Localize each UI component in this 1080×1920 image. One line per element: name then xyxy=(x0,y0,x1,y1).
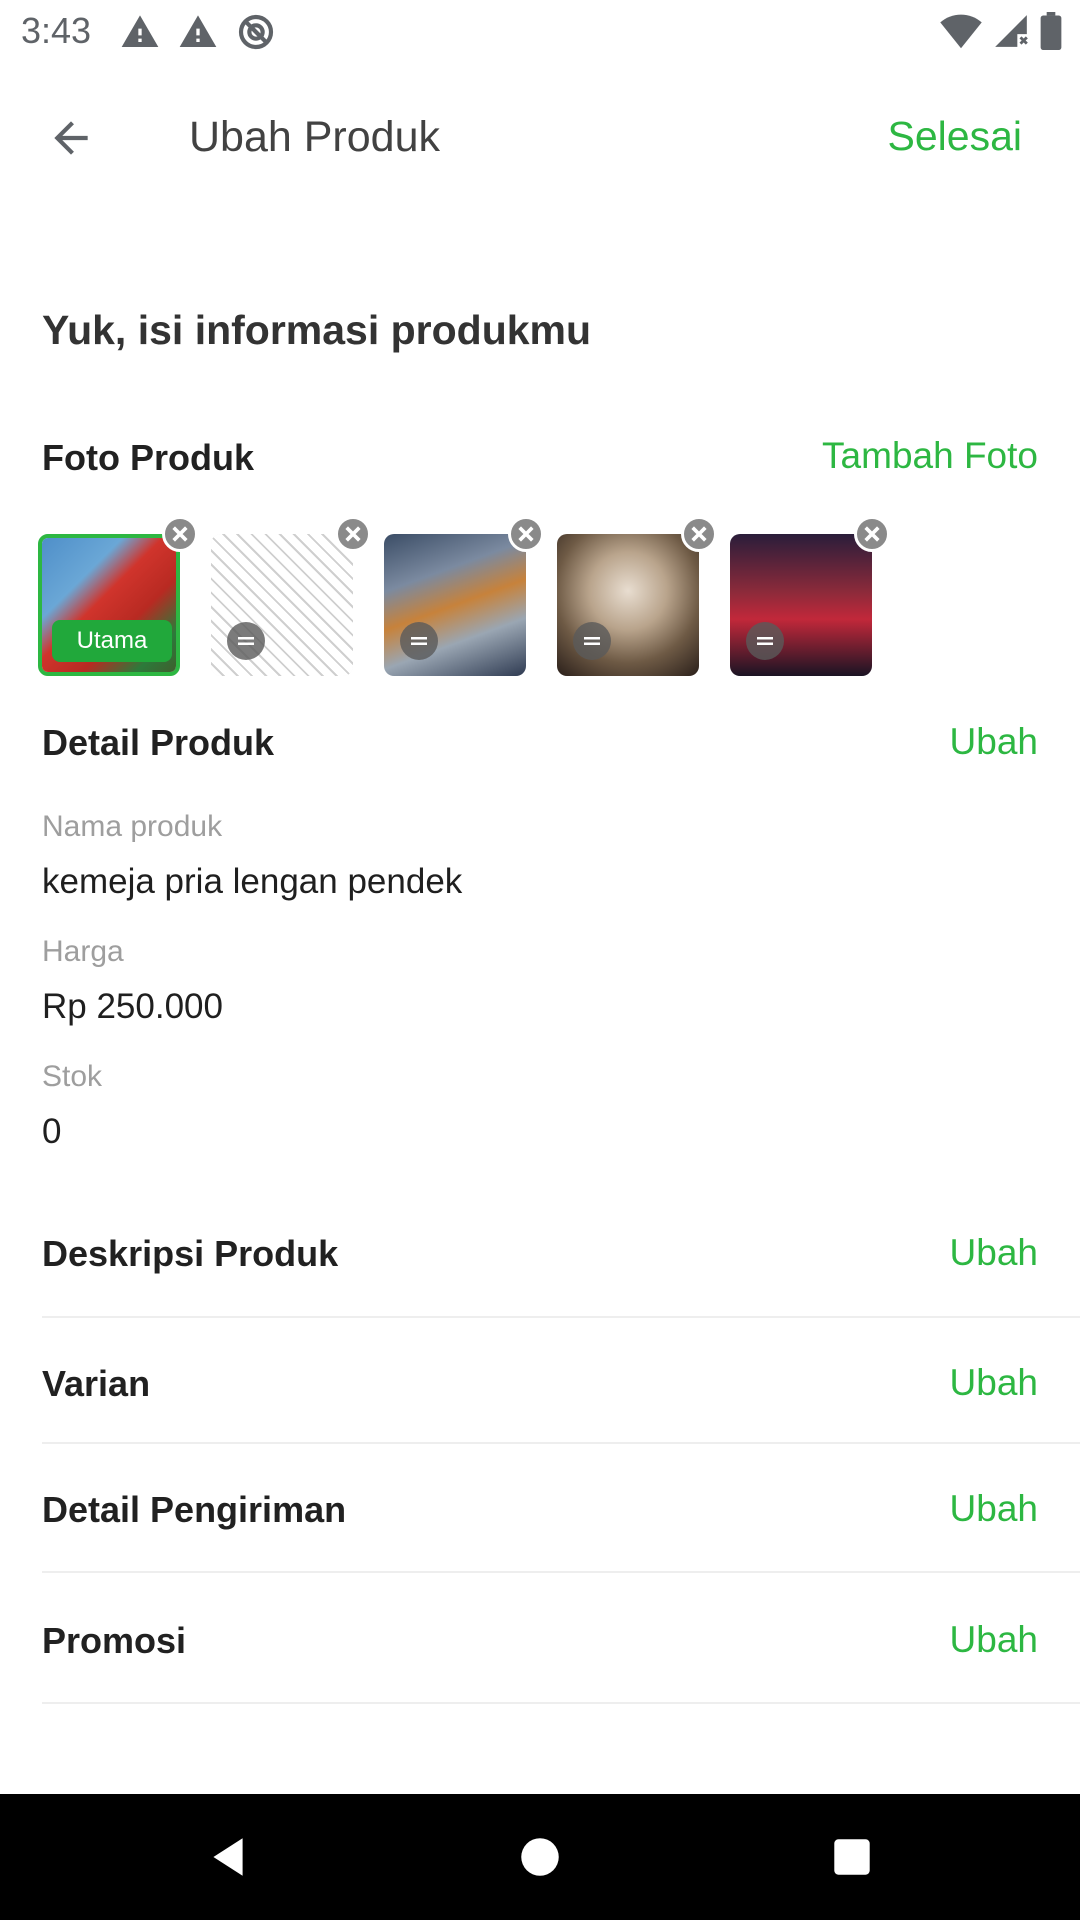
wifi-icon xyxy=(940,14,982,49)
remove-photo-button[interactable] xyxy=(681,516,717,552)
add-photo-button[interactable]: Tambah Foto xyxy=(822,435,1038,477)
back-button[interactable] xyxy=(36,103,106,173)
stock-label: Stok xyxy=(42,1060,103,1093)
product-name-label: Nama produk xyxy=(42,810,223,843)
photos-section-title: Foto Produk xyxy=(42,437,254,478)
remove-photo-button[interactable] xyxy=(854,516,890,552)
drag-handle[interactable] xyxy=(400,622,438,660)
photo-thumbnail[interactable] xyxy=(211,534,353,676)
price-label: Harga xyxy=(42,935,124,968)
photo-thumbnail[interactable]: Utama xyxy=(38,534,180,676)
drag-icon xyxy=(757,637,773,645)
divider xyxy=(42,1702,1080,1704)
status-time: 3:43 xyxy=(21,10,92,51)
variant-section-title: Varian xyxy=(42,1363,151,1404)
drag-icon xyxy=(411,637,427,645)
product-name-value: kemeja pria lengan pendek xyxy=(42,862,463,901)
description-section-title: Deskripsi Produk xyxy=(42,1233,339,1274)
drag-icon xyxy=(238,637,254,645)
nav-recents-icon[interactable] xyxy=(827,1832,877,1882)
close-icon xyxy=(691,526,707,542)
status-icons-left xyxy=(120,12,276,52)
system-nav-bar xyxy=(0,1794,1080,1920)
edit-detail-button[interactable]: Ubah xyxy=(950,721,1038,763)
form-heading: Yuk, isi informasi produkmu xyxy=(42,307,592,353)
data-saver-icon xyxy=(238,14,274,50)
edit-promotion-button[interactable]: Ubah xyxy=(950,1619,1038,1661)
alert-icon xyxy=(121,15,159,48)
close-icon xyxy=(518,526,534,542)
drag-icon xyxy=(584,637,600,645)
close-icon xyxy=(864,526,880,542)
drag-handle[interactable] xyxy=(573,622,611,660)
shipping-section-title: Detail Pengiriman xyxy=(42,1489,347,1530)
status-icons-right xyxy=(940,12,1062,50)
photo-thumbnail[interactable] xyxy=(384,534,526,676)
nav-home-icon[interactable] xyxy=(515,1832,565,1882)
drag-handle[interactable] xyxy=(746,622,784,660)
remove-photo-button[interactable] xyxy=(162,516,198,552)
primary-badge: Utama xyxy=(52,620,172,662)
done-button[interactable]: Selesai xyxy=(888,113,1022,160)
close-icon xyxy=(345,526,361,542)
status-bar: 3:43 xyxy=(0,0,1080,63)
app-bar: Ubah Produk Selesai xyxy=(0,63,1080,213)
edit-description-button[interactable]: Ubah xyxy=(950,1232,1038,1274)
close-icon xyxy=(172,526,188,542)
arrow-back-icon xyxy=(54,121,88,155)
signal-icon xyxy=(995,15,1028,47)
photo-thumbnail[interactable] xyxy=(557,534,699,676)
promotion-section-title: Promosi xyxy=(42,1620,187,1661)
photo-list: Utama xyxy=(38,516,1038,678)
drag-handle[interactable] xyxy=(227,622,265,660)
page-title: Ubah Produk xyxy=(189,113,440,161)
nav-back-icon[interactable] xyxy=(203,1832,253,1882)
detail-section-title: Detail Produk xyxy=(42,722,275,763)
edit-variant-button[interactable]: Ubah xyxy=(950,1362,1038,1404)
battery-icon xyxy=(1040,12,1062,50)
alert-icon xyxy=(179,15,217,48)
stock-value: 0 xyxy=(42,1112,62,1151)
edit-shipping-button[interactable]: Ubah xyxy=(950,1488,1038,1530)
remove-photo-button[interactable] xyxy=(335,516,371,552)
price-value: Rp 250.000 xyxy=(42,987,223,1026)
remove-photo-button[interactable] xyxy=(508,516,544,552)
divider xyxy=(42,1571,1080,1573)
divider xyxy=(42,1442,1080,1444)
divider xyxy=(42,1316,1080,1318)
photo-thumbnail[interactable] xyxy=(730,534,872,676)
